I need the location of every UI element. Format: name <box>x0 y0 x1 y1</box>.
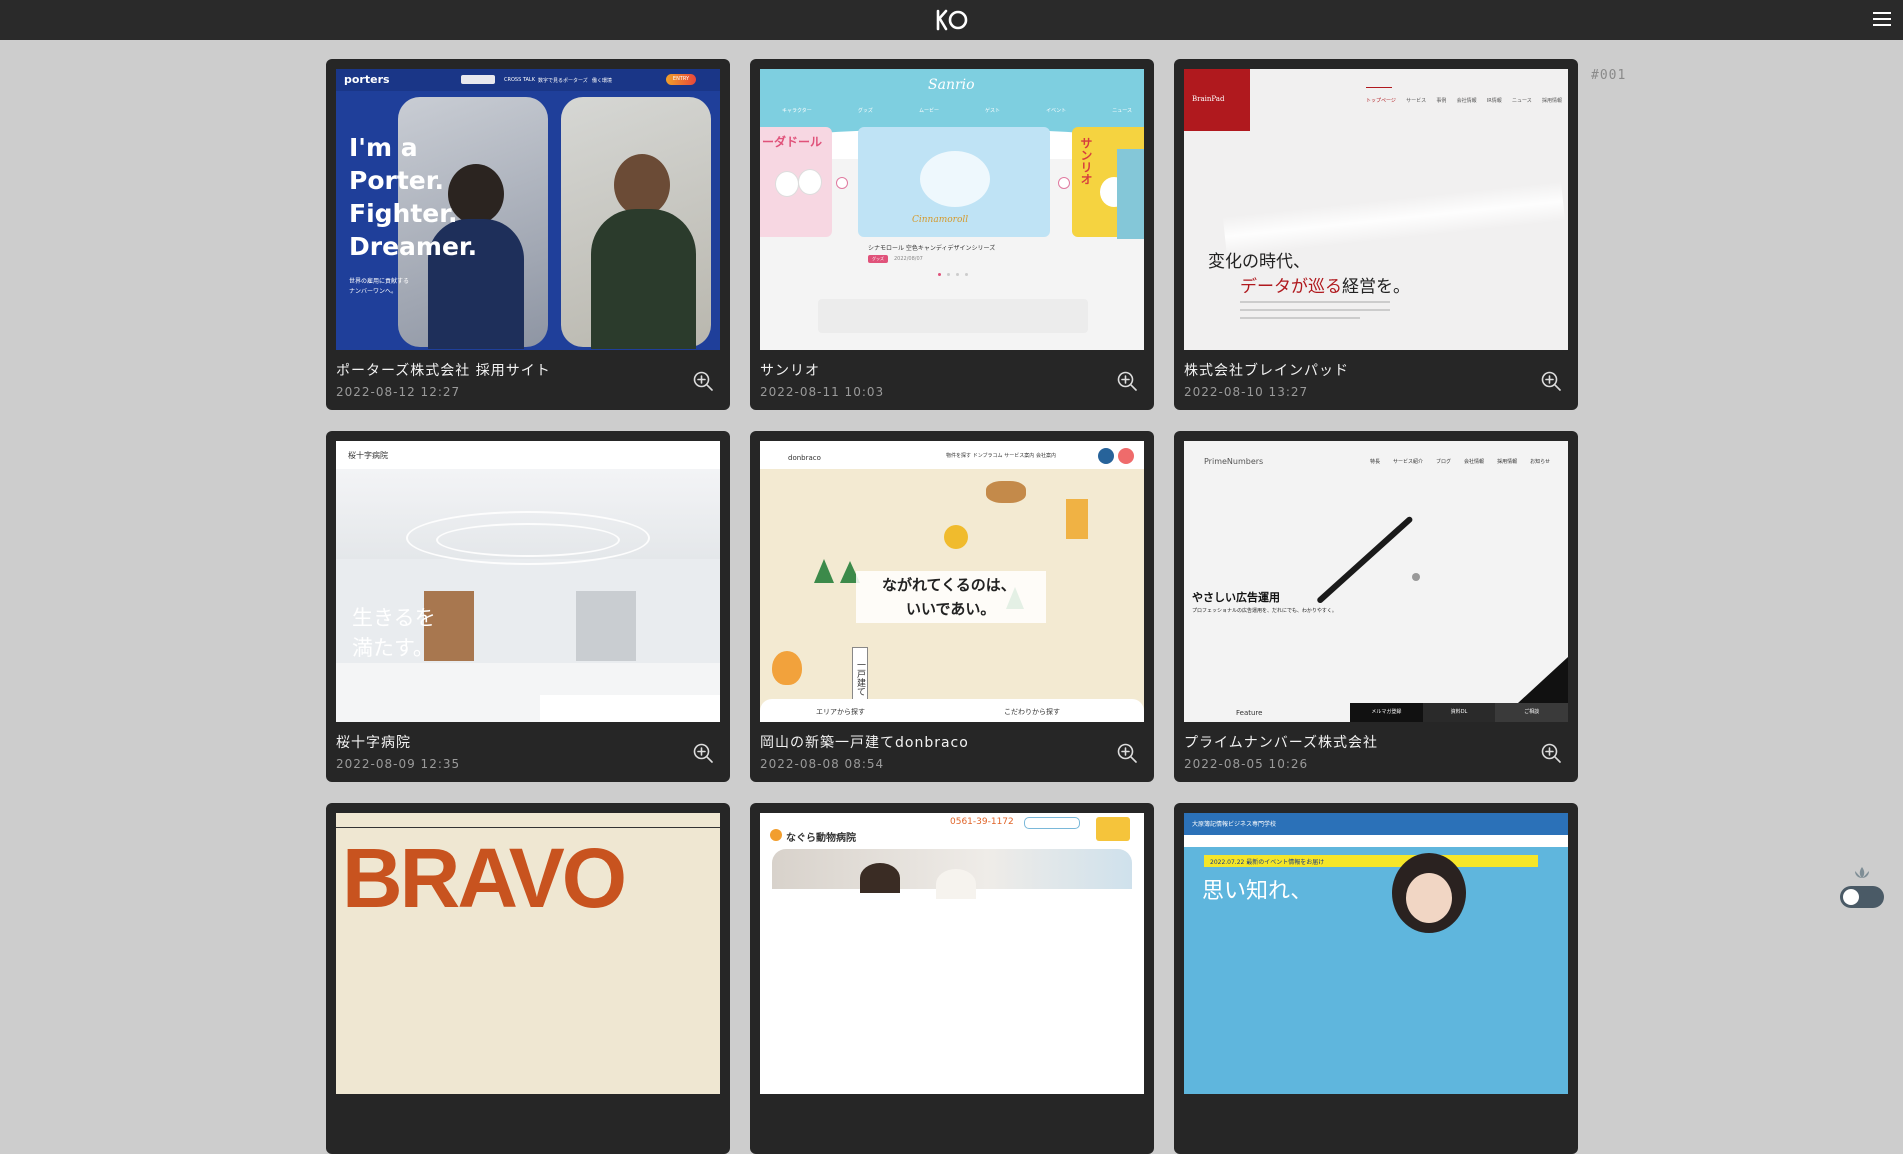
gallery-card[interactable]: 桜十字病院 生きるを 満たす。 桜十字病院 2022-08-09 12:35 <box>326 431 730 782</box>
site-nav: トップページ サービス 事例 会社情報 IR情報 ニュース 採用情報 <box>1366 98 1562 104</box>
card-thumbnail[interactable]: BRAVO <box>336 813 720 1094</box>
gallery-card[interactable]: Sanrio キャラクター グッズ ムービー ゲスト イベント ニュース ーダドール Ci… <box>750 59 1154 410</box>
slider-next-icon <box>1058 177 1070 189</box>
card-title[interactable]: 岡山の新築一戸建てdonbraco <box>760 732 969 752</box>
hero-subtext: プロフェッショナルの広告運用を、だれにでも、わかりやすく。 <box>1192 608 1337 614</box>
slider-prev-icon <box>836 177 848 189</box>
feature-search-button: こだわりから探す <box>1004 708 1060 716</box>
site-logo: porters <box>344 73 390 86</box>
site-nav: キャラクター グッズ ムービー ゲスト イベント ニュース <box>782 108 1132 114</box>
product-tag: グッズ <box>868 255 888 263</box>
hero-headline: 思い知れ、 <box>1202 879 1313 904</box>
top-bar <box>0 0 1903 40</box>
site-nav: 物件を探す ドンブラコム サービス案内 会社案内 <box>946 453 1056 459</box>
product-title: シナモロール 空色キャンディデザインシリーズ <box>868 245 996 252</box>
card-thumbnail[interactable]: 桜十字病院 生きるを 満たす。 <box>336 441 720 722</box>
card-title[interactable]: ポーターズ株式会社 採用サイト <box>336 360 551 380</box>
site-logo: なぐら動物病院 <box>786 833 856 844</box>
gallery-card[interactable]: 大原簿記情報ビジネス専門学校 2022.07.22 最新のイベント情報をお届け … <box>1174 803 1578 1154</box>
site-logo: Sanrio <box>928 77 975 93</box>
gallery-grid: porters CROSS TALK 数字で見るポーターズ 働く環境 ENTRY… <box>326 59 1578 1154</box>
character-name: Cinnamoroll <box>912 215 969 225</box>
card-thumbnail[interactable]: donbraco 物件を探す ドンブラコム サービス案内 会社案内 ながれてくるのは、… <box>760 441 1144 722</box>
hero-headline: 変化の時代、 <box>1208 252 1310 272</box>
gallery-card[interactable]: donbraco 物件を探す ドンブラコム サービス案内 会社案内 ながれてくるのは、… <box>750 431 1154 782</box>
zoom-in-icon[interactable] <box>692 370 714 392</box>
gallery-card[interactable]: BrainPad トップページ サービス 事例 会社情報 IR情報 ニュース 採用情報 変化… <box>1174 59 1578 410</box>
hero-headline: ながれてくるのは、 いいであい。 <box>882 576 1016 618</box>
phone-number: 0561-39-1172 <box>950 817 1014 827</box>
card-date: 2022-08-08 08:54 <box>760 757 885 771</box>
card-date: 2022-08-09 12:35 <box>336 757 461 771</box>
card-thumbnail[interactable]: porters CROSS TALK 数字で見るポーターズ 働く環境 ENTRY… <box>336 69 720 350</box>
card-thumbnail[interactable]: Sanrio キャラクター グッズ ムービー ゲスト イベント ニュース ーダドール Ci… <box>760 69 1144 350</box>
site-nav-item: CROSS TALK <box>504 77 535 83</box>
hero-headline: やさしい広告運用 <box>1192 591 1280 604</box>
zoom-in-icon[interactable] <box>1540 370 1562 392</box>
area-search-button: エリアから探す <box>816 708 865 716</box>
card-date: 2022-08-12 12:27 <box>336 385 461 399</box>
card-title[interactable]: 株式会社ブレインパッド <box>1184 360 1349 380</box>
entry-button: ENTRY <box>666 74 696 85</box>
gallery-card[interactable]: PrimeNumbers 特長 サービス紹介 ブログ 会社情報 採用情報 お知らせ やさし… <box>1174 431 1578 782</box>
slide-label: ーダドール <box>762 135 823 149</box>
feature-label: Feature <box>1236 709 1263 717</box>
slide-label: サンリオ <box>1079 137 1093 185</box>
site-logo: BrainPad <box>1184 69 1250 131</box>
card-title[interactable]: サンリオ <box>760 360 820 380</box>
hero-subtext: 世界の雇用に貢献する ナンバーワンへ。 <box>349 278 410 295</box>
gallery-card[interactable]: porters CROSS TALK 数字で見るポーターズ 働く環境 ENTRY… <box>326 59 730 410</box>
zoom-in-icon[interactable] <box>1116 742 1138 764</box>
hero-headline: データが巡る経営を。 <box>1240 277 1410 297</box>
card-thumbnail[interactable]: 大原簿記情報ビジネス専門学校 2022.07.22 最新のイベント情報をお届け … <box>1184 813 1568 1094</box>
site-nav: 特長 サービス紹介 ブログ 会社情報 採用情報 お知らせ <box>1370 459 1550 465</box>
theme-toggle-area <box>1838 866 1886 914</box>
lotus-icon <box>1855 867 1869 878</box>
ko-logo-icon[interactable] <box>935 8 969 32</box>
card-date: 2022-08-10 13:27 <box>1184 385 1309 399</box>
product-date: 2022/08/07 <box>894 256 923 262</box>
theme-toggle-switch[interactable] <box>1840 886 1884 908</box>
site-nav-item: 働く環境 <box>592 78 613 84</box>
zoom-in-icon[interactable] <box>692 742 714 764</box>
site-logo: 桜十字病院 <box>348 451 388 460</box>
gallery-card[interactable]: BRAVO <box>326 803 730 1154</box>
item-counter: #001 <box>1591 68 1627 83</box>
site-nav-item: 数字で見るポーターズ <box>538 78 588 84</box>
hamburger-menu-icon[interactable] <box>1873 12 1891 28</box>
card-thumbnail[interactable]: なぐら動物病院 0561-39-1172 <box>760 813 1144 1094</box>
hero-headline: 生きるを 満たす。 <box>352 606 436 660</box>
card-thumbnail[interactable]: PrimeNumbers 特長 サービス紹介 ブログ 会社情報 採用情報 お知らせ やさし… <box>1184 441 1568 722</box>
card-thumbnail[interactable]: BrainPad トップページ サービス 事例 会社情報 IR情報 ニュース 採用情報 変化… <box>1184 69 1568 350</box>
card-title[interactable]: 桜十字病院 <box>336 732 411 752</box>
zoom-in-icon[interactable] <box>1540 742 1562 764</box>
card-date: 2022-08-11 10:03 <box>760 385 885 399</box>
event-banner: 2022.07.22 最新のイベント情報をお届け <box>1204 855 1538 867</box>
site-logo: PrimeNumbers <box>1204 457 1264 466</box>
zoom-in-icon[interactable] <box>1116 370 1138 392</box>
card-title[interactable]: プライムナンバーズ株式会社 <box>1184 732 1378 752</box>
hero-headline: BRAVO <box>342 831 627 925</box>
site-logo: donbraco <box>788 454 821 462</box>
floating-cta-bar: メルマガ登録 資料DL ご相談 <box>1350 703 1568 722</box>
gallery-card[interactable]: なぐら動物病院 0561-39-1172 <box>750 803 1154 1154</box>
site-logo: 大原簿記情報ビジネス専門学校 <box>1192 821 1277 828</box>
hero-headline: I'm a Porter. Fighter. Dreamer. <box>349 133 478 261</box>
card-date: 2022-08-05 10:26 <box>1184 757 1309 771</box>
